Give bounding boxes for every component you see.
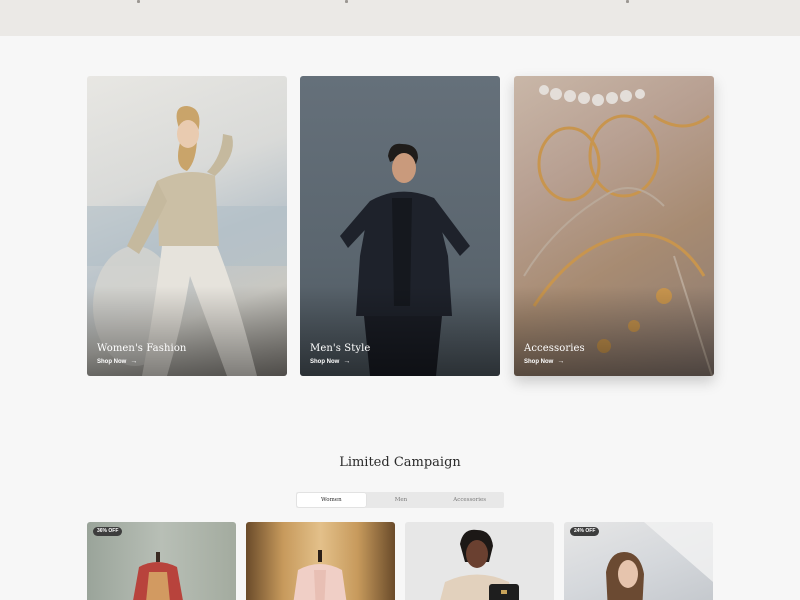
- shop-now-link[interactable]: Shop Now →: [310, 358, 350, 365]
- product-card[interactable]: 24% OFF: [564, 522, 713, 600]
- arrow-right-icon: →: [343, 358, 351, 365]
- shop-now-label: Shop Now: [97, 359, 127, 365]
- shop-now-link[interactable]: Shop Now →: [97, 358, 137, 365]
- shop-now-label: Shop Now: [524, 359, 554, 365]
- nav-divider: [345, 0, 348, 3]
- shop-now-label: Shop Now: [310, 359, 340, 365]
- category-card-mens-style[interactable]: Men's Style Shop Now →: [300, 76, 500, 376]
- category-title: Men's Style: [310, 343, 371, 354]
- product-card[interactable]: [405, 522, 554, 600]
- arrow-right-icon: →: [130, 358, 138, 365]
- product-card[interactable]: [246, 522, 395, 600]
- category-title: Accessories: [524, 343, 585, 354]
- category-title: Women's Fashion: [97, 343, 187, 354]
- category-card-accessories[interactable]: Accessories Shop Now →: [514, 76, 714, 376]
- campaign-tabs: Women Men Accessories: [296, 492, 504, 508]
- shop-now-link[interactable]: Shop Now →: [524, 358, 564, 365]
- tab-accessories[interactable]: Accessories: [435, 492, 504, 508]
- product-card[interactable]: 36% OFF: [87, 522, 236, 600]
- category-card-womens-fashion[interactable]: Women's Fashion Shop Now →: [87, 76, 287, 376]
- discount-badge: 24% OFF: [570, 527, 600, 536]
- product-image: [293, 550, 347, 600]
- section-title: Limited Campaign: [339, 455, 461, 470]
- top-nav-bar: [0, 0, 800, 36]
- discount-badge: 36% OFF: [93, 527, 123, 536]
- nav-divider: [137, 0, 140, 3]
- nav-divider: [626, 0, 629, 3]
- arrow-right-icon: →: [557, 358, 565, 365]
- product-image: [440, 529, 519, 600]
- tab-women[interactable]: Women: [297, 493, 366, 507]
- tab-men[interactable]: Men: [367, 492, 436, 508]
